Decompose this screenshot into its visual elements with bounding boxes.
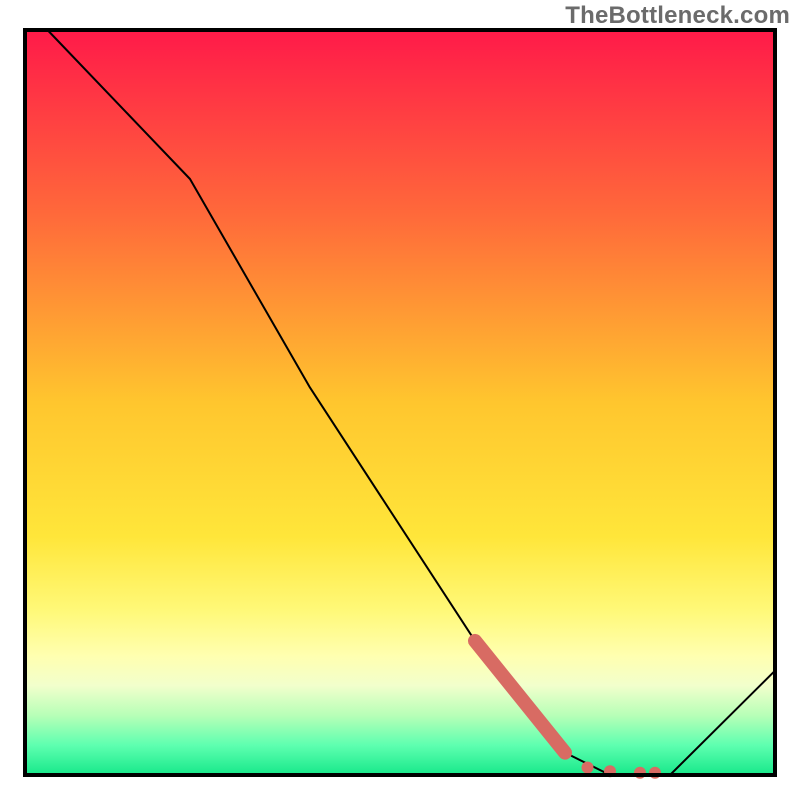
watermark-label: TheBottleneck.com (565, 2, 790, 30)
plot-background (25, 30, 775, 775)
bottleneck-chart (0, 0, 800, 800)
highlight-dot (582, 762, 594, 774)
chart-frame: TheBottleneck.com (0, 0, 800, 800)
